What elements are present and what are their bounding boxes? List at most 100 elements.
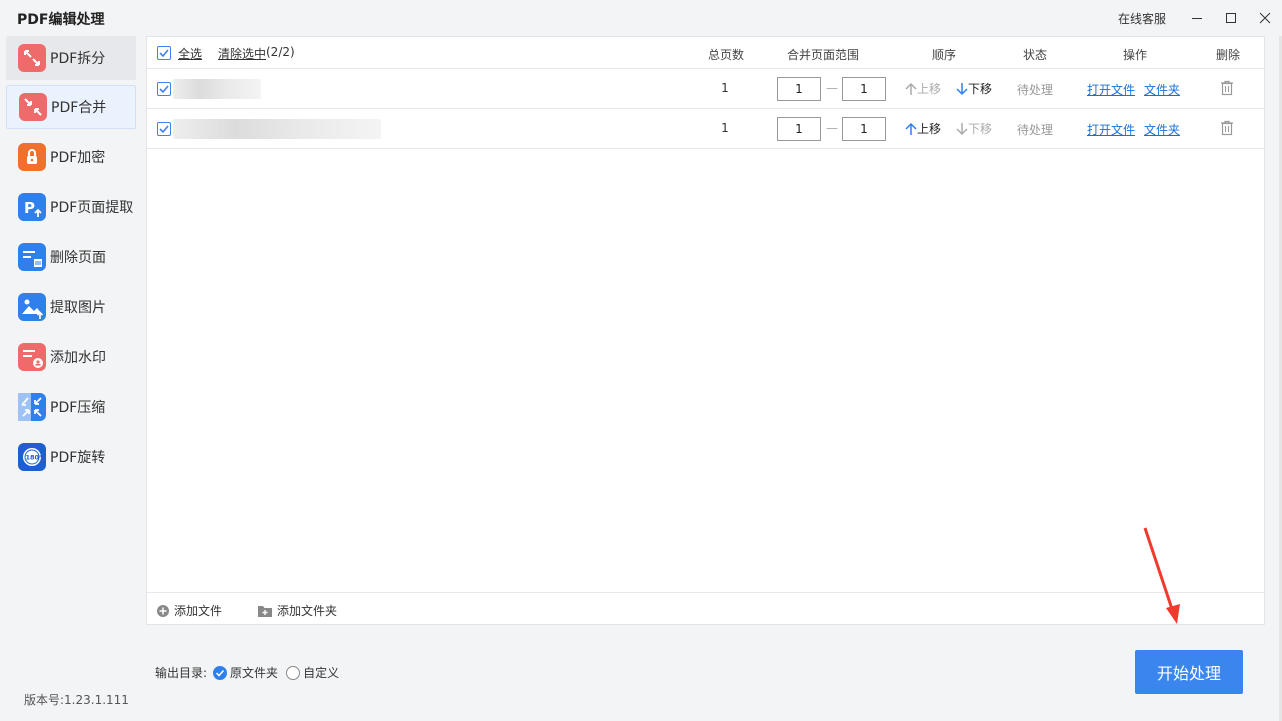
sidebar-item-label: 提取图片 xyxy=(50,300,106,316)
check-icon xyxy=(159,85,169,94)
header-range: 合并页面范围 xyxy=(786,48,859,62)
minimize-icon xyxy=(1192,18,1202,19)
range-dash: — xyxy=(826,121,838,135)
range-from-input[interactable]: 1 xyxy=(777,117,821,141)
row-checkbox[interactable] xyxy=(157,122,171,136)
table-header: 全选 清除选中 (2/2) 总页数 合并页面范围 顺序 状态 操作 删除 xyxy=(147,37,1264,69)
sidebar-item-label: PDF合并 xyxy=(51,100,107,116)
move-down-button[interactable]: 下移 xyxy=(956,120,992,137)
select-all-checkbox[interactable] xyxy=(157,46,171,60)
trash-icon[interactable] xyxy=(1220,120,1234,140)
window-controls: 在线客服 xyxy=(1118,0,1282,36)
annotation-arrow-icon xyxy=(1143,527,1180,624)
sidebar-item-split[interactable]: PDF拆分 xyxy=(6,36,136,80)
sidebar-item-label: PDF旋转 xyxy=(50,450,106,466)
open-file-link[interactable]: 打开文件 xyxy=(1087,121,1135,138)
close-icon xyxy=(1259,12,1271,24)
header-order: 顺序 xyxy=(931,48,956,62)
sidebar-item-label: PDF页面提取 xyxy=(50,200,134,216)
sidebar-item-label: PDF加密 xyxy=(50,150,106,166)
sidebar-item-label: 删除页面 xyxy=(50,250,106,266)
sidebar-item-image-extract[interactable]: 提取图片 xyxy=(6,285,136,329)
online-service-link[interactable]: 在线客服 xyxy=(1118,10,1166,27)
table-row[interactable]: 1 1 — 1 上移 下移 待处理 打开文件 文件夹 xyxy=(147,69,1264,109)
check-icon xyxy=(216,669,225,677)
title-bar: PDF编辑处理 在线客服 xyxy=(0,0,1282,36)
sidebar-item-merge[interactable]: PDF合并 xyxy=(6,85,136,129)
arrow-down-icon xyxy=(956,122,968,135)
sidebar-item-label: PDF压缩 xyxy=(50,400,106,416)
row-pages: 1 xyxy=(721,121,729,135)
sidebar: PDF拆分 PDF合并 PDF加密 P PDF页面提取 删除页面 提取图片 添加… xyxy=(0,36,144,721)
delete-page-icon xyxy=(18,243,46,271)
row-status: 待处理 xyxy=(1017,123,1054,137)
table-row[interactable]: 1 1 — 1 上移 下移 待处理 打开文件 文件夹 xyxy=(147,109,1264,149)
version-label: 版本号:1.23.1.111 xyxy=(24,693,129,707)
start-process-button[interactable]: 开始处理 xyxy=(1135,650,1243,694)
open-folder-link[interactable]: 文件夹 xyxy=(1144,121,1180,138)
sidebar-item-label: PDF拆分 xyxy=(50,51,106,67)
range-to-input[interactable]: 1 xyxy=(842,117,886,141)
open-file-link[interactable]: 打开文件 xyxy=(1087,81,1135,98)
move-up-button[interactable]: 上移 xyxy=(905,120,941,137)
check-icon xyxy=(159,125,169,134)
rotate-icon: 180° xyxy=(18,443,46,471)
selected-count: (2/2) xyxy=(266,45,295,59)
sidebar-item-page-extract[interactable]: P PDF页面提取 xyxy=(6,185,136,229)
arrow-up-icon xyxy=(905,122,917,135)
range-to-input[interactable]: 1 xyxy=(842,77,886,101)
range-dash: — xyxy=(826,81,838,95)
app-title: PDF编辑处理 xyxy=(17,12,105,28)
arrow-up-icon xyxy=(905,82,917,95)
header-delete: 删除 xyxy=(1215,48,1240,62)
svg-text:P: P xyxy=(24,199,35,217)
file-name-redacted xyxy=(173,119,381,139)
radio-custom[interactable] xyxy=(286,665,301,680)
row-pages: 1 xyxy=(721,81,729,95)
sidebar-item-rotate[interactable]: 180° PDF旋转 xyxy=(6,435,136,479)
move-down-button[interactable]: 下移 xyxy=(956,80,992,97)
watermark-icon xyxy=(18,343,46,371)
compress-icon xyxy=(18,393,46,421)
minimize-button[interactable] xyxy=(1180,1,1214,35)
clear-selected-link[interactable]: 清除选中 xyxy=(218,45,266,62)
open-folder-link[interactable]: 文件夹 xyxy=(1144,81,1180,98)
svg-text:180°: 180° xyxy=(26,454,43,462)
sidebar-item-delete-page[interactable]: 删除页面 xyxy=(6,235,136,279)
folder-plus-icon xyxy=(258,605,272,617)
header-status: 状态 xyxy=(1022,48,1047,62)
split-icon xyxy=(18,44,46,72)
select-all-link[interactable]: 全选 xyxy=(178,45,202,62)
sidebar-item-label: 添加水印 xyxy=(50,350,106,366)
move-up-button[interactable]: 上移 xyxy=(905,80,941,97)
maximize-button[interactable] xyxy=(1214,1,1248,35)
merge-icon xyxy=(19,93,47,121)
sidebar-item-watermark[interactable]: 添加水印 xyxy=(6,335,136,379)
file-name-redacted xyxy=(173,79,261,99)
check-icon xyxy=(159,49,169,58)
arrow-down-icon xyxy=(956,82,968,95)
row-status: 待处理 xyxy=(1017,83,1054,97)
header-pages: 总页数 xyxy=(708,48,745,62)
option-original-label[interactable]: 原文件夹 xyxy=(230,664,278,681)
output-label: 输出目录: xyxy=(155,666,208,680)
row-checkbox[interactable] xyxy=(157,82,171,96)
add-folder-button[interactable]: 添加文件夹 xyxy=(257,602,337,619)
add-file-button[interactable]: 添加文件 xyxy=(156,602,222,619)
plus-circle-icon xyxy=(157,604,169,617)
maximize-icon xyxy=(1226,13,1236,23)
file-list-panel: 全选 清除选中 (2/2) 总页数 合并页面范围 顺序 状态 操作 删除 1 1… xyxy=(146,36,1265,625)
page-extract-icon: P xyxy=(18,193,46,221)
sidebar-item-encrypt[interactable]: PDF加密 xyxy=(6,135,136,179)
range-from-input[interactable]: 1 xyxy=(777,77,821,101)
output-directory: 输出目录: 原文件夹 自定义 xyxy=(155,664,339,681)
sidebar-item-compress[interactable]: PDF压缩 xyxy=(6,385,136,429)
header-action: 操作 xyxy=(1122,48,1147,62)
option-custom-label[interactable]: 自定义 xyxy=(303,664,339,681)
trash-icon[interactable] xyxy=(1220,80,1234,100)
close-button[interactable] xyxy=(1248,1,1282,35)
image-extract-icon xyxy=(18,293,46,321)
radio-original-folder[interactable] xyxy=(213,665,228,680)
lock-icon xyxy=(18,143,46,171)
panel-footer: 添加文件 添加文件夹 xyxy=(147,592,1264,625)
